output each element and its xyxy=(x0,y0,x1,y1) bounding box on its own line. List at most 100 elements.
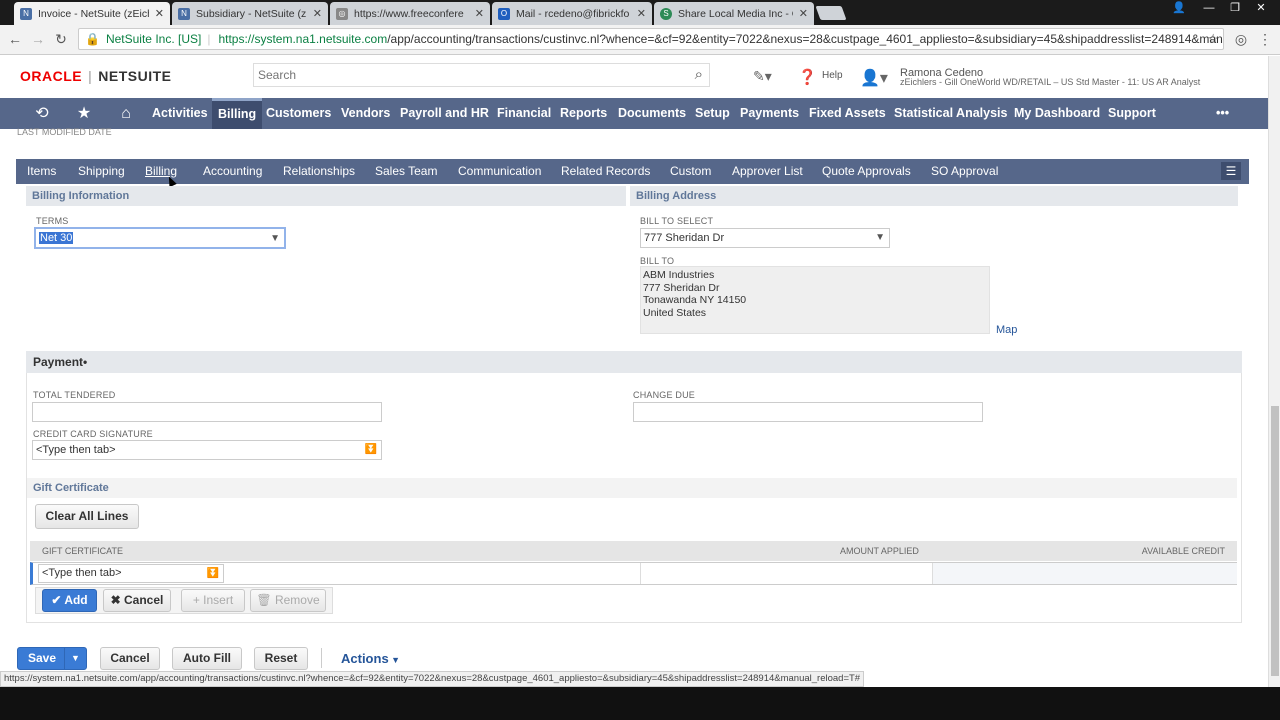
add-line-button[interactable]: ✔ Add xyxy=(42,589,97,612)
subtab-shipping[interactable]: Shipping xyxy=(78,159,125,184)
back-arrow-icon[interactable]: ← xyxy=(6,30,24,48)
close-tab-icon[interactable]: ✕ xyxy=(799,7,808,20)
nav-my-dashboard[interactable]: My Dashboard xyxy=(1008,98,1106,129)
minimize-icon[interactable]: — xyxy=(1196,0,1222,16)
browser-tab-subsidiary[interactable]: N Subsidiary - NetSuite (zE ✕ xyxy=(172,2,328,25)
remove-line-button[interactable]: 🗑 Remove xyxy=(250,589,326,612)
terms-label: TERMS xyxy=(36,216,69,226)
favorites-star-icon[interactable]: ★ xyxy=(72,98,96,129)
nav-vendors[interactable]: Vendors xyxy=(335,98,396,129)
dropdown-arrow-icon[interactable]: ▼ xyxy=(270,230,280,248)
col-amount-applied: AMOUNT APPLIED xyxy=(840,546,919,556)
subtab-sales-team[interactable]: Sales Team xyxy=(375,159,437,184)
maximize-icon[interactable]: ❐ xyxy=(1222,0,1248,16)
forward-arrow-icon[interactable]: → xyxy=(29,30,47,48)
recent-records-icon[interactable]: ✎▾ xyxy=(753,68,772,85)
save-dropdown-icon[interactable]: ▼ xyxy=(64,648,86,669)
bookmark-star-icon[interactable]: ☆ xyxy=(1207,29,1219,49)
subtab-related-records[interactable]: Related Records xyxy=(561,159,650,184)
browser-tab-title: Invoice - NetSuite (zEichl xyxy=(38,7,149,20)
reload-icon[interactable]: ↻ xyxy=(52,30,70,48)
nav-activities[interactable]: Activities xyxy=(146,98,214,129)
browser-tabstrip: N Invoice - NetSuite (zEichl ✕ N Subsidi… xyxy=(0,0,1280,25)
nav-statistical-analysis[interactable]: Statistical Analysis xyxy=(888,98,1013,129)
browser-tab-mail[interactable]: O Mail - rcedeno@fibrickfo ✕ xyxy=(492,2,652,25)
subtab-approver-list[interactable]: Approver List xyxy=(732,159,803,184)
subtab-relationships[interactable]: Relationships xyxy=(283,159,355,184)
nav-financial[interactable]: Financial xyxy=(491,98,557,129)
reset-button[interactable]: Reset xyxy=(254,647,308,670)
browser-tab-share-local-media[interactable]: S Share Local Media Inc - G ✕ xyxy=(654,2,814,25)
scrollbar-thumb[interactable] xyxy=(1271,406,1279,676)
col-gift-certificate: GIFT CERTIFICATE xyxy=(42,546,124,556)
secure-lock-icon: 🔒 xyxy=(85,32,100,46)
bill-to-select[interactable]: 777 Sheridan Dr ▼ xyxy=(640,228,890,248)
gift-certificate-select[interactable]: <Type then tab> ⏬ xyxy=(38,564,224,583)
clear-all-lines-button[interactable]: Clear All Lines xyxy=(35,504,139,529)
user-avatar-icon[interactable]: 👤▾ xyxy=(860,68,888,88)
check-icon: ✔ xyxy=(51,593,62,607)
close-tab-icon[interactable]: ✕ xyxy=(637,7,646,20)
nav-payroll-hr[interactable]: Payroll and HR xyxy=(394,98,495,129)
last-modified-label: LAST MODIFIED DATE xyxy=(17,127,112,137)
nav-support[interactable]: Support xyxy=(1102,98,1162,129)
user-role: zEichlers - Gill OneWorld WD/RETAIL – US… xyxy=(900,77,1201,87)
cancel-line-button[interactable]: ✖ Cancel xyxy=(103,589,171,612)
extension-icon[interactable]: ◎ xyxy=(1232,30,1250,48)
auto-fill-button[interactable]: Auto Fill xyxy=(172,647,242,670)
home-icon[interactable]: ⌂ xyxy=(114,98,138,129)
nav-payments[interactable]: Payments xyxy=(734,98,805,129)
close-tab-icon[interactable]: ✕ xyxy=(155,7,164,20)
nav-billing[interactable]: Billing xyxy=(212,98,263,129)
bill-to-select-value: 777 Sheridan Dr xyxy=(644,232,725,244)
map-link[interactable]: Map xyxy=(996,324,1017,336)
nav-reports[interactable]: Reports xyxy=(554,98,613,129)
cancel-button[interactable]: Cancel xyxy=(100,647,160,670)
nav-documents[interactable]: Documents xyxy=(612,98,692,129)
total-tendered-input[interactable] xyxy=(32,402,382,422)
search-icon[interactable]: ⌕ xyxy=(695,66,703,83)
browser-tab-invoice[interactable]: N Invoice - NetSuite (zEichl ✕ xyxy=(14,2,170,25)
double-chevron-down-icon[interactable]: ⏬ xyxy=(365,441,377,459)
subtab-quote-approvals[interactable]: Quote Approvals xyxy=(822,159,911,184)
nav-setup[interactable]: Setup xyxy=(689,98,736,129)
global-search-input[interactable] xyxy=(254,64,674,86)
new-tab-button[interactable] xyxy=(815,6,847,20)
subtab-so-approval[interactable]: SO Approval xyxy=(931,159,998,184)
nav-customers[interactable]: Customers xyxy=(260,98,337,129)
subtab-items[interactable]: Items xyxy=(27,159,56,184)
record-subtabs: Items Shipping Billing Accounting Relati… xyxy=(16,159,1249,184)
cc-signature-select[interactable]: <Type then tab> ⏬ xyxy=(32,440,382,460)
subtab-menu-icon[interactable]: ☰ xyxy=(1221,162,1241,180)
help-link[interactable]: Help xyxy=(822,70,843,81)
subtab-custom[interactable]: Custom xyxy=(670,159,711,184)
nav-more-icon[interactable]: ••• xyxy=(1210,98,1235,129)
page-scrollbar[interactable] xyxy=(1268,56,1280,687)
save-button[interactable]: Save ▼ xyxy=(17,647,87,670)
url-input[interactable]: 🔒 NetSuite Inc. [US] | https://system.na1.n… xyxy=(78,28,1224,50)
billing-information-heading: Billing Information xyxy=(26,186,626,206)
double-chevron-down-icon[interactable]: ⏬ xyxy=(207,565,219,582)
subtab-accounting[interactable]: Accounting xyxy=(203,159,262,184)
browser-menu-icon[interactable]: ⋮ xyxy=(1256,30,1274,48)
user-profile-icon[interactable]: 👤 xyxy=(1166,0,1192,16)
share-favicon-icon: S xyxy=(660,7,672,20)
help-icon[interactable]: ❓ xyxy=(798,68,817,86)
close-tab-icon[interactable]: ✕ xyxy=(475,7,484,20)
terms-select[interactable]: Net 30 ▼ xyxy=(34,227,286,249)
dropdown-arrow-icon[interactable]: ▼ xyxy=(875,229,885,247)
change-due-input[interactable] xyxy=(633,402,983,422)
amount-applied-cell[interactable] xyxy=(640,563,641,584)
actions-menu[interactable]: Actions ▼ xyxy=(341,651,400,666)
close-window-icon[interactable]: ✕ xyxy=(1248,0,1274,16)
nav-fixed-assets[interactable]: Fixed Assets xyxy=(803,98,892,129)
close-tab-icon[interactable]: ✕ xyxy=(313,7,322,20)
browser-tab-freeconference[interactable]: ◎ https://www.freeconfere ✕ xyxy=(330,2,490,25)
oracle-netsuite-logo[interactable]: ORACLE | NETSUITE xyxy=(20,68,172,84)
gift-certificate-edit-row: <Type then tab> ⏬ xyxy=(30,562,1237,585)
insert-line-button[interactable]: + Insert xyxy=(181,589,245,612)
subtab-communication[interactable]: Communication xyxy=(458,159,541,184)
bill-to-textarea[interactable]: ABM Industries 777 Sheridan Dr Tonawanda… xyxy=(640,266,990,334)
netsuite-favicon-icon: N xyxy=(178,7,190,20)
recent-history-icon[interactable]: ⟲ xyxy=(30,98,54,129)
